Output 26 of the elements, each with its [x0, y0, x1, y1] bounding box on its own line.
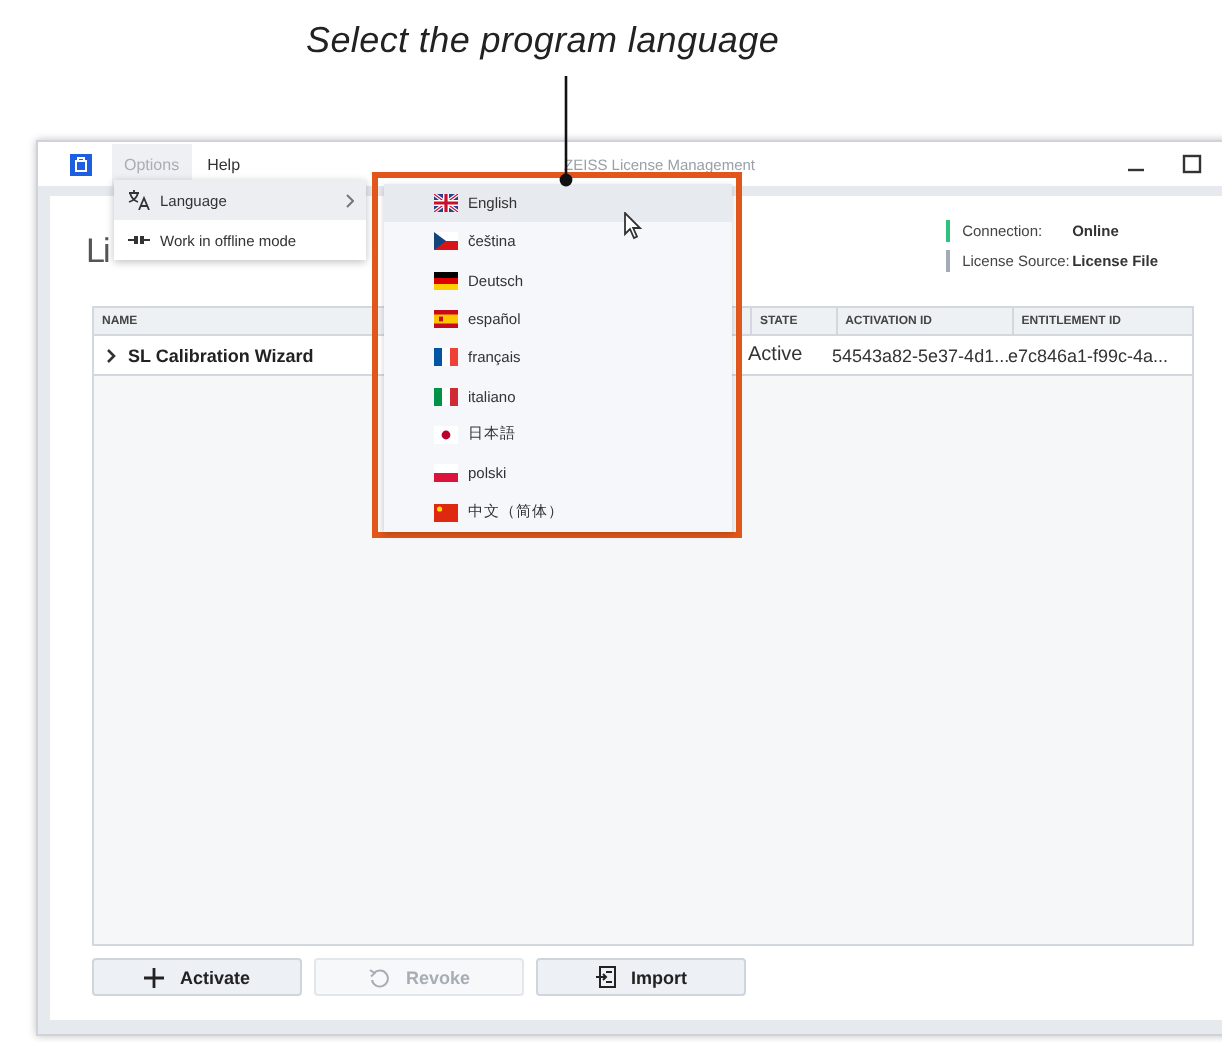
table-cell: SL Calibration Wizard: [128, 345, 314, 365]
flag-icon: [434, 387, 458, 406]
flag-icon: [434, 310, 458, 329]
page-heading: Li: [86, 230, 109, 274]
flag-icon: [434, 348, 458, 367]
app-icon: [70, 153, 92, 175]
flag-icon: [434, 425, 458, 444]
flag-icon: [434, 271, 458, 290]
flag-icon: [434, 194, 458, 213]
plus-icon: [143, 967, 164, 987]
caption-text: Select the program language: [304, 18, 782, 64]
translate-icon: [128, 190, 150, 210]
flag-icon: [434, 232, 458, 251]
import-icon: [595, 966, 615, 988]
flag-icon: [434, 503, 458, 522]
plug-icon: [128, 234, 150, 246]
import-button[interactable]: Import: [536, 958, 746, 996]
expand-caret-icon[interactable]: [106, 347, 116, 363]
table-cell-text: Active: [748, 344, 805, 366]
cursor-icon: [624, 212, 642, 240]
activate-button[interactable]: Activate: [92, 958, 302, 996]
maximize-icon[interactable]: [1182, 154, 1202, 174]
flag-icon: [434, 464, 458, 483]
menu-bar-item[interactable]: Help: [195, 143, 253, 185]
chevron-right-icon: [346, 193, 354, 207]
undo-icon: [367, 967, 390, 987]
